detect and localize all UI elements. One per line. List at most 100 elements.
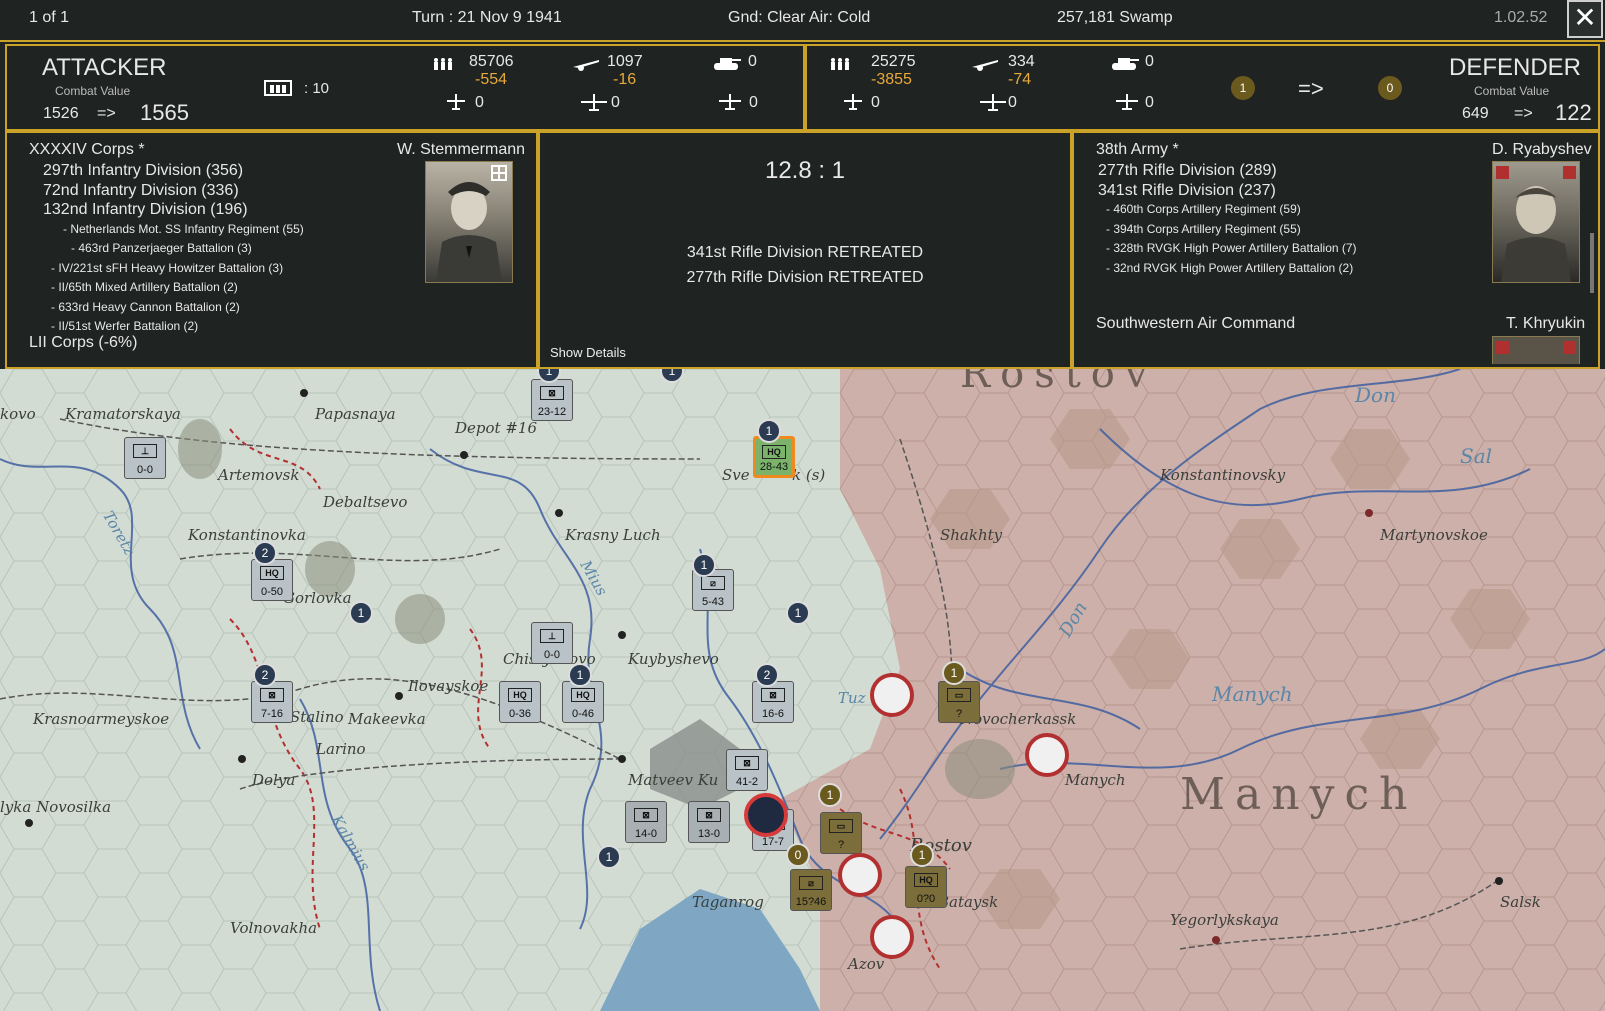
turn-date: Turn : 21 Nov 9 1941 xyxy=(412,9,562,26)
map-unit[interactable]: ⧄ 15?46 xyxy=(790,869,832,911)
show-details-link[interactable]: Show Details xyxy=(550,345,626,360)
close-button[interactable]: ✕ xyxy=(1567,0,1603,38)
unit-tree-line[interactable]: - Netherlands Mot. SS Infantry Regiment … xyxy=(29,220,304,240)
version: 1.02.52 xyxy=(1494,9,1548,26)
unit-tree-line[interactable]: - 460th Corps Artillery Regiment (59) xyxy=(1084,200,1357,220)
town-label: Bataysk xyxy=(938,893,999,911)
attacker-corps-name[interactable]: XXXXIV Corps * xyxy=(29,141,145,159)
town-label: Manych xyxy=(1065,771,1126,789)
attacker-cv-after: 1565 xyxy=(140,100,189,125)
commander-portrait-icon xyxy=(1496,166,1576,282)
town-label: lyka Novosilka xyxy=(0,798,112,816)
commander-portrait-icon xyxy=(436,165,507,282)
unit-level-badge: 2 xyxy=(755,663,779,687)
town-label: Azov xyxy=(848,955,885,973)
defender-summary-panel: 25275 -3855 334 -74 0 0 0 0 1 => 0 DEFEN… xyxy=(805,44,1600,131)
map-unit[interactable]: ⊥ 0-0 xyxy=(531,622,573,664)
map-unit[interactable]: HQ 0?0 xyxy=(905,866,947,908)
map-view[interactable]: Rostov Manych Don Sal Don Manych kovo Kr… xyxy=(0,369,1605,1011)
town-label: Ilovayskoe xyxy=(408,677,489,695)
city-marker xyxy=(1495,877,1503,885)
defender-commander-portrait xyxy=(1492,161,1580,283)
air-commander-portrait xyxy=(1492,336,1580,364)
unit-tree-line[interactable]: - 633rd Heavy Cannon Battalion (2) xyxy=(29,298,304,318)
city-marker xyxy=(618,631,626,639)
gun-icon xyxy=(972,60,998,71)
town-label: Tuz xyxy=(838,689,866,707)
attacker-air1: 0 xyxy=(475,94,484,111)
defender-men-loss: -3855 xyxy=(871,71,912,88)
unit-tree-line[interactable]: - 394th Corps Artillery Regiment (55) xyxy=(1084,220,1357,240)
unit-tree-line[interactable]: 341st Rifle Division (237) xyxy=(1084,181,1357,201)
map-unit[interactable]: ⊥ 0-0 xyxy=(124,437,166,479)
attacker-air2: 0 xyxy=(611,94,620,111)
defender-air2: 0 xyxy=(1008,94,1017,111)
unit-tree-line[interactable]: 72nd Infantry Division (336) xyxy=(29,181,304,201)
town-label: Debaltsevo xyxy=(323,493,408,511)
scrollbar[interactable] xyxy=(1590,233,1594,293)
map-unit[interactable]: ▭? xyxy=(938,681,980,723)
town-label: Martynovskoe xyxy=(1380,526,1488,544)
unit-tree-line[interactable]: - II/65th Mixed Artillery Battalion (2) xyxy=(29,278,304,298)
unit-tree-line[interactable]: - 328th RVGK High Power Artillery Battal… xyxy=(1084,239,1357,259)
attacker-unit-tree: 297th Infantry Division (356) 72nd Infant… xyxy=(29,161,304,337)
attacker-cv-before: 1526 xyxy=(43,105,79,122)
map-unit[interactable]: ⊠ 13-0 xyxy=(688,801,730,843)
air-base-icon[interactable] xyxy=(1025,733,1069,777)
defender-commander-name: D. Ryabyshev xyxy=(1492,141,1592,158)
town-label: Volnovakha xyxy=(230,919,318,937)
town-label: Stalino xyxy=(290,708,344,726)
town-label: Papasnaya xyxy=(315,405,396,423)
gun-icon xyxy=(573,60,599,71)
men-icon xyxy=(434,58,452,70)
air-base-icon[interactable] xyxy=(870,915,914,959)
map-unit[interactable]: ▭? xyxy=(820,812,862,854)
defender-army-name[interactable]: 38th Army * xyxy=(1096,141,1179,159)
map-unit[interactable]: HQ 0-36 xyxy=(499,681,541,723)
map-unit[interactable]: ⊠ 23-12 xyxy=(531,379,573,421)
defender-afv: 0 xyxy=(1145,53,1154,70)
town-label: Konstantinovka xyxy=(188,526,306,544)
river-label: Sal xyxy=(1460,444,1493,468)
air-base-icon[interactable] xyxy=(838,853,882,897)
map-unit[interactable]: HQ 0-50 xyxy=(251,559,293,601)
city-marker xyxy=(238,755,246,763)
city-marker xyxy=(618,755,626,763)
map-unit[interactable]: ⊠ 16-6 xyxy=(752,681,794,723)
city-marker xyxy=(300,389,308,397)
hex-location: 257,181 Swamp xyxy=(1057,9,1173,26)
map-unit[interactable]: ⊠ 41-2 xyxy=(726,749,768,791)
tank-icon xyxy=(714,58,741,70)
air-commander-name: T. Khryukin xyxy=(1506,315,1586,332)
town-label: Konstantinovsky xyxy=(1160,466,1286,484)
combat-marker-icon[interactable] xyxy=(744,793,788,837)
unit-tree-line[interactable]: - 32nd RVGK High Power Artillery Battali… xyxy=(1084,259,1357,279)
top-bar: 1 of 1 Turn : 21 Nov 9 1941 Gnd: Clear A… xyxy=(0,0,1605,42)
result-line-1: 341st Rifle Division RETREATED xyxy=(686,244,924,261)
attacker-commander-name: W. Stemmermann xyxy=(397,141,526,158)
defender-units-panel: 38th Army * D. Ryabyshev 277th Rifle Div… xyxy=(1072,131,1600,369)
air-base-icon[interactable] xyxy=(870,673,914,717)
unit-tree-line[interactable]: 277th Rifle Division (289) xyxy=(1084,161,1357,181)
unit-tree-line[interactable]: - IV/221st sFH Heavy Howitzer Battalion … xyxy=(29,259,304,279)
attacker-next-corps[interactable]: LII Corps (-6%) xyxy=(29,334,137,352)
result-line-2: 277th Rifle Division RETREATED xyxy=(686,269,924,286)
city-marker xyxy=(555,509,563,517)
town-label: kovo xyxy=(0,405,36,423)
unit-tree-line[interactable]: - 463rd Panzerjaeger Battalion (3) xyxy=(29,239,304,259)
men-icon xyxy=(831,58,849,70)
attacker-summary-panel: ATTACKER Combat Value 1526 => 1565 : 10 … xyxy=(5,44,805,131)
map-unit[interactable]: ⊠ 7-16 xyxy=(251,681,293,723)
attacker-guns-loss: -16 xyxy=(613,71,637,88)
map-unit[interactable]: ⊠ 14-0 xyxy=(625,801,667,843)
region-label: Rostov xyxy=(960,369,1158,397)
map-unit[interactable]: HQ 0-46 xyxy=(562,681,604,723)
town-label: Krasnoarmeyskoe xyxy=(33,710,170,728)
unit-tree-line[interactable]: 132nd Infantry Division (196) xyxy=(29,200,304,220)
river-label: Don xyxy=(1355,383,1396,407)
attacker-afv: 0 xyxy=(748,53,757,70)
attacker-guns: 1097 xyxy=(607,53,643,70)
map-unit-selected[interactable]: HQ 28-43 xyxy=(753,436,795,478)
morale-arrow: => xyxy=(1298,76,1324,101)
unit-tree-line[interactable]: 297th Infantry Division (356) xyxy=(29,161,304,181)
